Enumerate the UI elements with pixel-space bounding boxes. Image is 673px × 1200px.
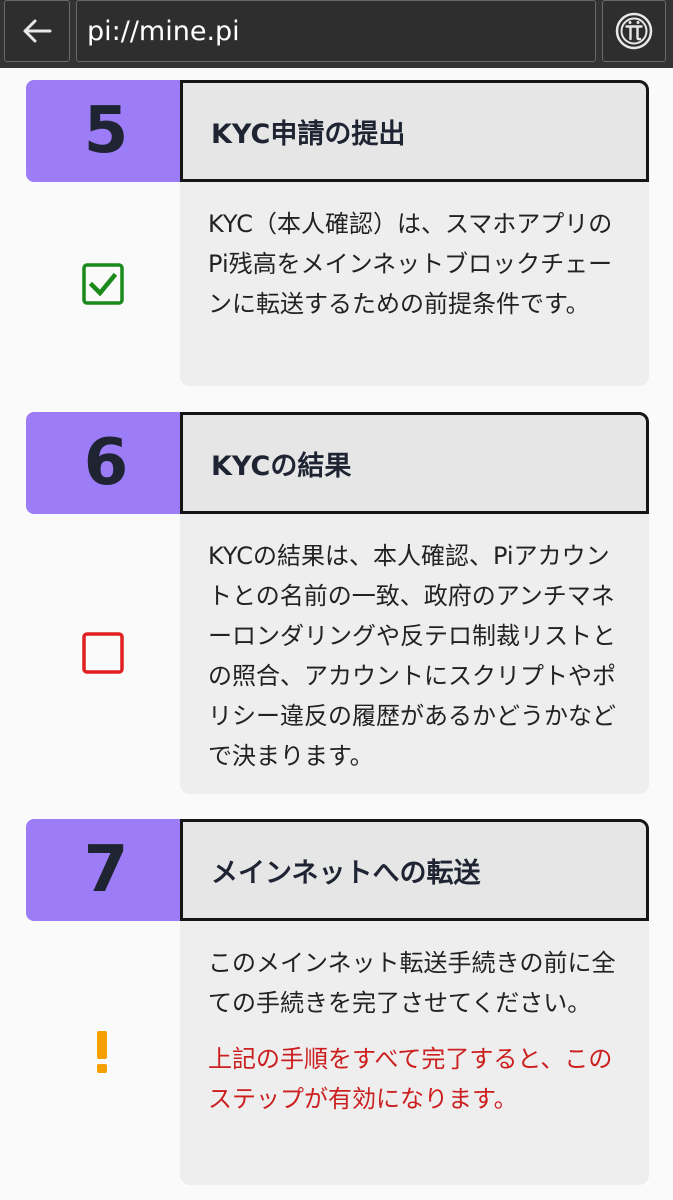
step-description-text: このメインネット転送手続きの前に全ての手続きを完了させてください。 (208, 949, 616, 1017)
step-description: このメインネット転送手続きの前に全ての手続きを完了させてください。 上記の手順を… (180, 921, 649, 1185)
arrow-left-icon (23, 19, 52, 43)
step-number: 6 (26, 412, 186, 514)
checkbox-checked-icon (82, 263, 124, 305)
step-description: KYCの結果は、本人確認、Piアカウントとの名前の一致、政府のアンチマネーロンダ… (180, 514, 649, 794)
step-description-text: KYC（本人確認）は、スマホアプリのPi残高をメインネットブロックチェーンに転送… (208, 210, 613, 318)
exclamation-icon (97, 1031, 107, 1073)
step-number: 5 (26, 80, 186, 182)
pi-browser-button[interactable] (602, 0, 666, 62)
step-title-text: メインネットへの転送 (211, 857, 481, 889)
status-check (82, 632, 124, 674)
step-description-text: KYCの結果は、本人確認、Piアカウントとの名前の一致、政府のアンチマネーロンダ… (208, 542, 616, 770)
status-check (90, 1029, 114, 1075)
url-text: pi://mine.pi (87, 15, 240, 47)
step-title: KYCの結果 (180, 412, 649, 514)
pi-logo-icon (615, 12, 653, 50)
step-title-text: KYCの結果 (211, 450, 352, 482)
step-title: KYC申請の提出 (180, 80, 649, 182)
step-title-text: KYC申請の提出 (211, 118, 406, 150)
step-warning-note: 上記の手順をすべて完了すると、このステップが有効になります。 (208, 1045, 613, 1113)
status-check (82, 263, 124, 305)
browser-toolbar: pi://mine.pi (0, 0, 673, 68)
url-bar[interactable]: pi://mine.pi (76, 0, 596, 62)
step-number: 7 (26, 819, 186, 921)
checkbox-unchecked-icon (82, 632, 124, 674)
step-title: メインネットへの転送 (180, 819, 649, 921)
back-button[interactable] (4, 0, 70, 62)
step-description: KYC（本人確認）は、スマホアプリのPi残高をメインネットブロックチェーンに転送… (180, 182, 649, 386)
